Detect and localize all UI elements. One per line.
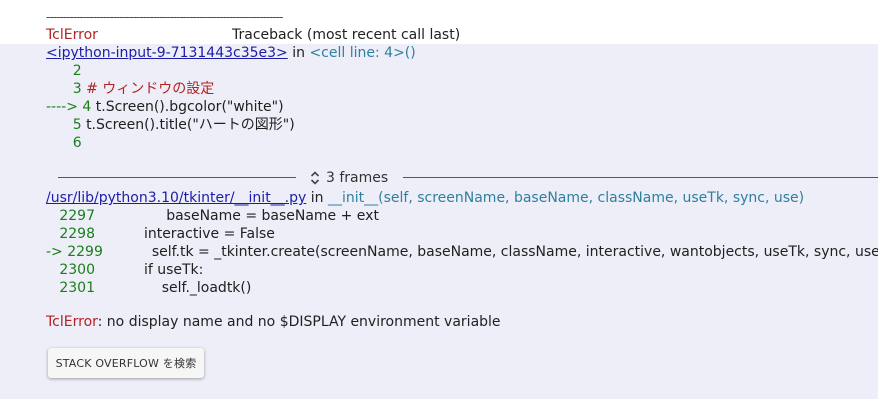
code-text: t.Screen().bgcolor("white") xyxy=(95,99,284,115)
final-error-line: TclError: no display name and no $DISPLA… xyxy=(46,313,501,331)
line-number: -> 2299 xyxy=(46,244,108,260)
cell-frame-header: <ipython-input-9-7131443c35e3> in <cell … xyxy=(46,44,416,62)
code-text: t.Screen().title("ハートの図形") xyxy=(86,117,295,133)
code-line: 2297 baseName = baseName + ext xyxy=(46,207,379,225)
chevron-up-down-icon xyxy=(310,170,320,186)
traceback-divider-dashes: ----------------------------------------… xyxy=(46,10,283,20)
line-number: 2300 xyxy=(46,262,100,278)
error-type-header: TclError xyxy=(46,27,98,43)
code-line: 3 # ウィンドウの設定 xyxy=(46,80,215,98)
code-text: if useTk: xyxy=(99,262,204,278)
cell-location: <cell line: 4>() xyxy=(309,45,416,61)
line-number: 2 xyxy=(46,63,82,79)
output-bottom-area xyxy=(0,399,878,405)
error-type: TclError xyxy=(46,314,98,330)
line-number: ----> 4 xyxy=(46,99,96,115)
line-number: 6 xyxy=(46,135,82,151)
code-text: baseName = baseName + ext xyxy=(99,208,379,224)
code-line: 2301 self._loadtk() xyxy=(46,279,251,297)
code-line: 6 xyxy=(46,134,82,152)
frames-count-label: 3 frames xyxy=(326,170,389,186)
frames-separator: 3 frames xyxy=(58,168,878,188)
line-number: 2301 xyxy=(46,280,100,296)
traceback-title: Traceback (most recent call last) xyxy=(232,27,461,43)
code-line: 2298 interactive = False xyxy=(46,225,275,243)
file-frame-header: /usr/lib/python3.10/tkinter/__init__.py … xyxy=(46,189,804,207)
code-text: self._loadtk() xyxy=(99,280,252,296)
code-line-current: ----> 4 t.Screen().bgcolor("white") xyxy=(46,98,284,116)
source-file-link[interactable]: /usr/lib/python3.10/tkinter/__init__.py xyxy=(46,190,306,206)
separator-rule-right xyxy=(403,177,878,178)
line-number: 2298 xyxy=(46,226,100,242)
in-word: in xyxy=(287,45,310,61)
code-text: self.tk = _tkinter.create(screenName, ba… xyxy=(107,244,878,260)
function-signature: __init__(self, screenName, baseName, cla… xyxy=(327,190,805,206)
line-number: 2297 xyxy=(46,208,100,224)
cell-input-link[interactable]: <ipython-input-9-7131443c35e3> xyxy=(46,45,288,61)
code-line: 5 t.Screen().title("ハートの図形") xyxy=(46,116,295,134)
frames-expand-toggle[interactable]: 3 frames xyxy=(310,168,388,188)
line-number: 5 xyxy=(46,117,87,133)
search-stack-overflow-button[interactable]: STACK OVERFLOW を検索 xyxy=(48,348,204,378)
code-line-current: -> 2299 self.tk = _tkinter.create(screen… xyxy=(46,243,878,261)
separator-rule-left xyxy=(58,177,296,178)
code-text: interactive = False xyxy=(99,226,275,242)
in-word: in xyxy=(306,190,328,206)
code-line: 2 xyxy=(46,62,82,80)
line-number: 3 xyxy=(46,81,87,97)
error-message: : no display name and no $DISPLAY enviro… xyxy=(97,314,501,330)
code-comment: # ウィンドウの設定 xyxy=(86,81,215,97)
code-line: 2300 if useTk: xyxy=(46,261,203,279)
